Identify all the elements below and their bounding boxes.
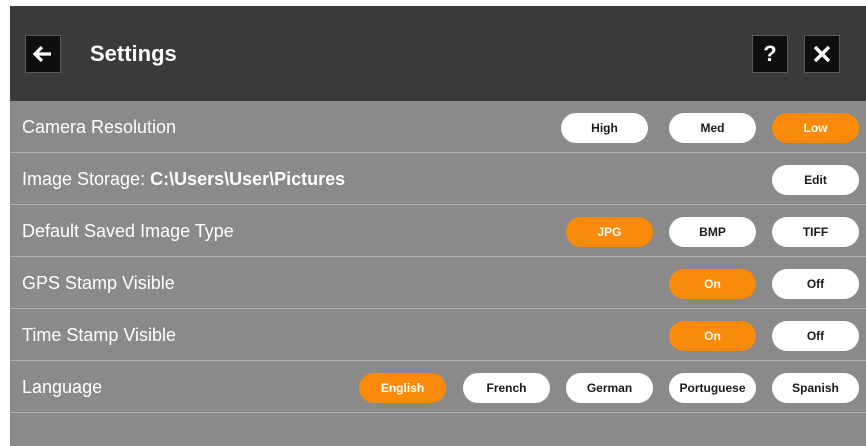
image-type-tiff-button[interactable]: TIFF <box>772 217 859 247</box>
page-title: Settings <box>90 41 177 66</box>
gps-off-button[interactable]: Off <box>772 269 859 299</box>
image-storage-caption: Image Storage: <box>22 169 151 189</box>
image-type-label: Default Saved Image Type <box>22 221 234 241</box>
camera-resolution-row: Camera Resolution High Med Low <box>10 101 866 153</box>
image-type-row: Default Saved Image Type JPG BMP TIFF <box>10 205 866 257</box>
time-off-button[interactable]: Off <box>772 321 859 351</box>
language-label: Language <box>22 377 103 397</box>
time-stamp-row: Time Stamp Visible On Off <box>10 309 866 361</box>
language-french-button[interactable]: French <box>463 373 550 403</box>
language-portuguese-button[interactable]: Portuguese <box>669 373 756 403</box>
header-bar: Settings ? <box>10 6 866 101</box>
help-icon: ? <box>763 41 777 66</box>
settings-window: Settings ? Camera Resolution High Med Lo… <box>10 6 866 446</box>
image-storage-path: C:\Users\User\Pictures <box>150 169 346 189</box>
image-storage-label: Image Storage: C:\Users\User\Pictures <box>22 153 345 205</box>
image-type-jpg-button[interactable]: JPG <box>566 217 653 247</box>
edit-storage-button[interactable]: Edit <box>772 165 859 195</box>
language-row: Language English French German Portugues… <box>10 361 866 413</box>
language-german-button[interactable]: German <box>566 373 653 403</box>
time-on-button[interactable]: On <box>669 321 756 351</box>
gps-stamp-row: GPS Stamp Visible On Off <box>10 257 866 309</box>
camera-resolution-label: Camera Resolution <box>22 117 177 137</box>
close-button[interactable] <box>804 35 840 73</box>
back-arrow-icon <box>33 45 51 63</box>
language-spanish-button[interactable]: Spanish <box>772 373 859 403</box>
language-english-button[interactable]: English <box>359 373 446 403</box>
help-button[interactable]: ? <box>752 35 788 73</box>
close-icon <box>813 45 831 63</box>
gps-stamp-label: GPS Stamp Visible <box>22 273 175 293</box>
time-stamp-label: Time Stamp Visible <box>22 325 177 345</box>
resolution-low-button[interactable]: Low <box>772 113 859 143</box>
back-button[interactable] <box>25 35 61 73</box>
image-type-bmp-button[interactable]: BMP <box>669 217 756 247</box>
resolution-high-button[interactable]: High <box>561 113 648 143</box>
image-storage-row: Image Storage: C:\Users\User\Pictures Ed… <box>10 153 866 205</box>
gps-on-button[interactable]: On <box>669 269 756 299</box>
resolution-med-button[interactable]: Med <box>669 113 756 143</box>
